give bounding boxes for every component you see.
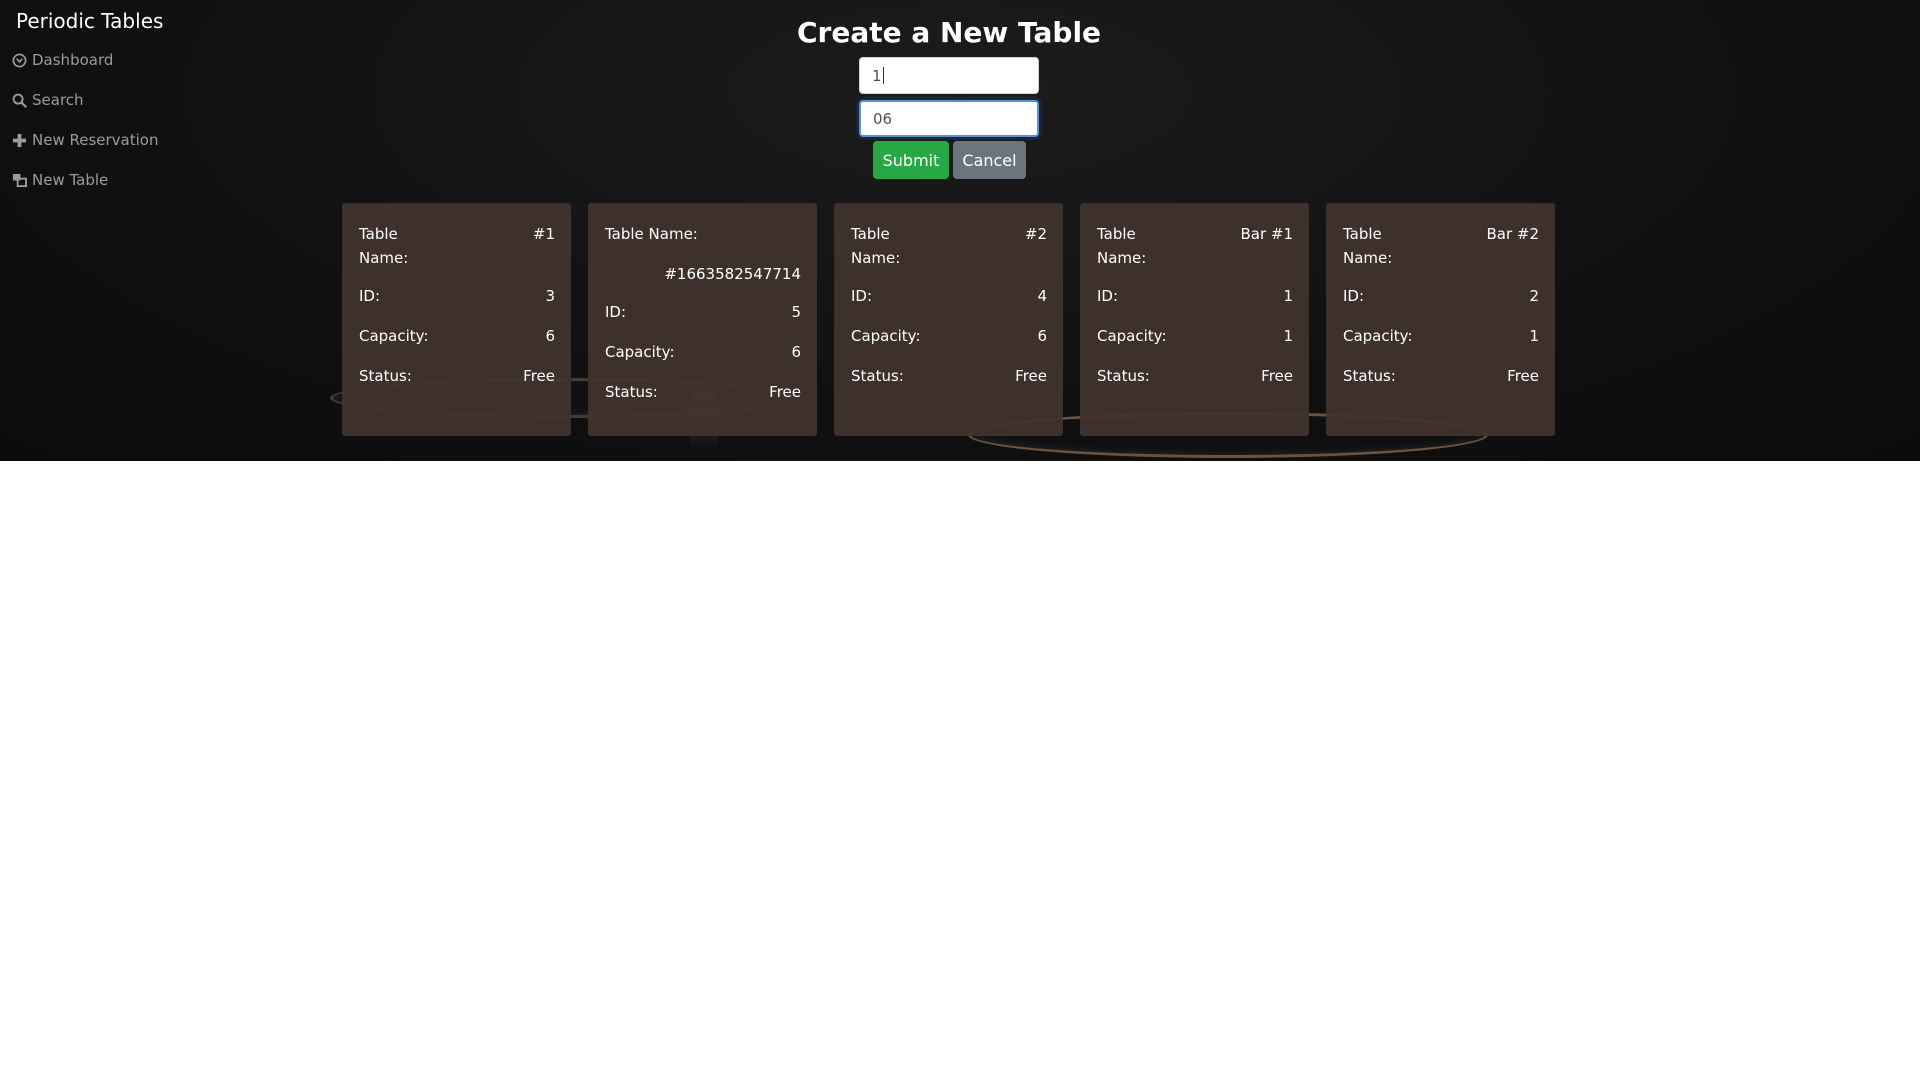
page-title: Create a New Table — [796, 16, 1102, 49]
dashboard-icon — [12, 53, 27, 67]
table-name: Bar #1 — [1240, 225, 1293, 243]
capacity-label: Capacity: — [1097, 327, 1167, 345]
nav-search[interactable]: Search — [12, 91, 84, 109]
nav-new-table[interactable]: New Table — [12, 171, 108, 189]
id-label: ID: — [1097, 287, 1119, 305]
capacity-label: Capacity: — [605, 343, 675, 361]
table-name-input[interactable]: 1 — [859, 57, 1039, 94]
nav-dashboard-label: Dashboard — [32, 51, 114, 69]
cancel-button[interactable]: Cancel — [953, 141, 1026, 179]
table-name-label: Table Name: — [1343, 225, 1393, 267]
nav-dashboard[interactable]: Dashboard — [12, 51, 113, 69]
nav-new-table-label: New Table — [32, 171, 109, 189]
table-name-label: Table Name: — [1097, 225, 1147, 267]
capacity-input[interactable]: 06 — [859, 100, 1039, 137]
table-card: Table Name: Bar #1 ID: 1 Capacity: 1 Sta… — [1080, 203, 1309, 436]
table-id: 5 — [791, 303, 801, 321]
id-label: ID: — [359, 287, 381, 305]
table-name-label: Table Name: — [605, 225, 698, 243]
id-label: ID: — [605, 303, 627, 321]
table-status: Free — [769, 383, 801, 401]
table-name-label: Table Name: — [359, 225, 409, 267]
id-label: ID: — [1343, 287, 1365, 305]
layers-icon — [12, 173, 27, 187]
table-status: Free — [523, 367, 555, 385]
table-name-value: 1 — [872, 66, 882, 85]
sidebar: Periodic Tables Dashboard Search New Res… — [0, 0, 220, 461]
table-name: #2 — [1024, 225, 1047, 243]
table-capacity: 6 — [791, 343, 801, 361]
nav-search-label: Search — [32, 91, 84, 109]
table-capacity: 1 — [1283, 327, 1293, 345]
table-status: Free — [1261, 367, 1293, 385]
table-card: Table Name: #2 ID: 4 Capacity: 6 Status:… — [834, 203, 1063, 436]
status-label: Status: — [1343, 367, 1396, 385]
table-name: Bar #2 — [1486, 225, 1539, 243]
table-card: Table Name: #1663582547714 ID: 5 Capacit… — [588, 203, 817, 436]
status-label: Status: — [851, 367, 904, 385]
id-label: ID: — [851, 287, 873, 305]
text-caret — [882, 67, 884, 84]
table-id: 1 — [1283, 287, 1293, 305]
submit-button[interactable]: Submit — [873, 141, 949, 179]
table-id: 4 — [1037, 287, 1047, 305]
status-label: Status: — [605, 383, 658, 401]
table-name: #1663582547714 — [664, 265, 801, 283]
table-name-label: Table Name: — [851, 225, 901, 267]
table-capacity: 6 — [545, 327, 555, 345]
table-id: 3 — [545, 287, 555, 305]
table-id: 2 — [1529, 287, 1539, 305]
status-label: Status: — [359, 367, 412, 385]
table-capacity: 6 — [1037, 327, 1047, 345]
table-capacity: 1 — [1529, 327, 1539, 345]
nav-new-reservation[interactable]: New Reservation — [12, 131, 158, 149]
table-card: Table Name: #1 ID: 3 Capacity: 6 Status:… — [342, 203, 571, 436]
status-label: Status: — [1097, 367, 1150, 385]
capacity-label: Capacity: — [359, 327, 429, 345]
table-card: Table Name: Bar #2 ID: 2 Capacity: 1 Sta… — [1326, 203, 1555, 436]
table-status: Free — [1507, 367, 1539, 385]
table-name: #1 — [532, 225, 555, 243]
capacity-label: Capacity: — [1343, 327, 1413, 345]
search-icon — [12, 93, 27, 108]
nav-new-reservation-label: New Reservation — [32, 131, 159, 149]
table-status: Free — [1015, 367, 1047, 385]
plus-icon — [12, 133, 27, 147]
capacity-label: Capacity: — [851, 327, 921, 345]
capacity-value: 06 — [873, 109, 893, 128]
